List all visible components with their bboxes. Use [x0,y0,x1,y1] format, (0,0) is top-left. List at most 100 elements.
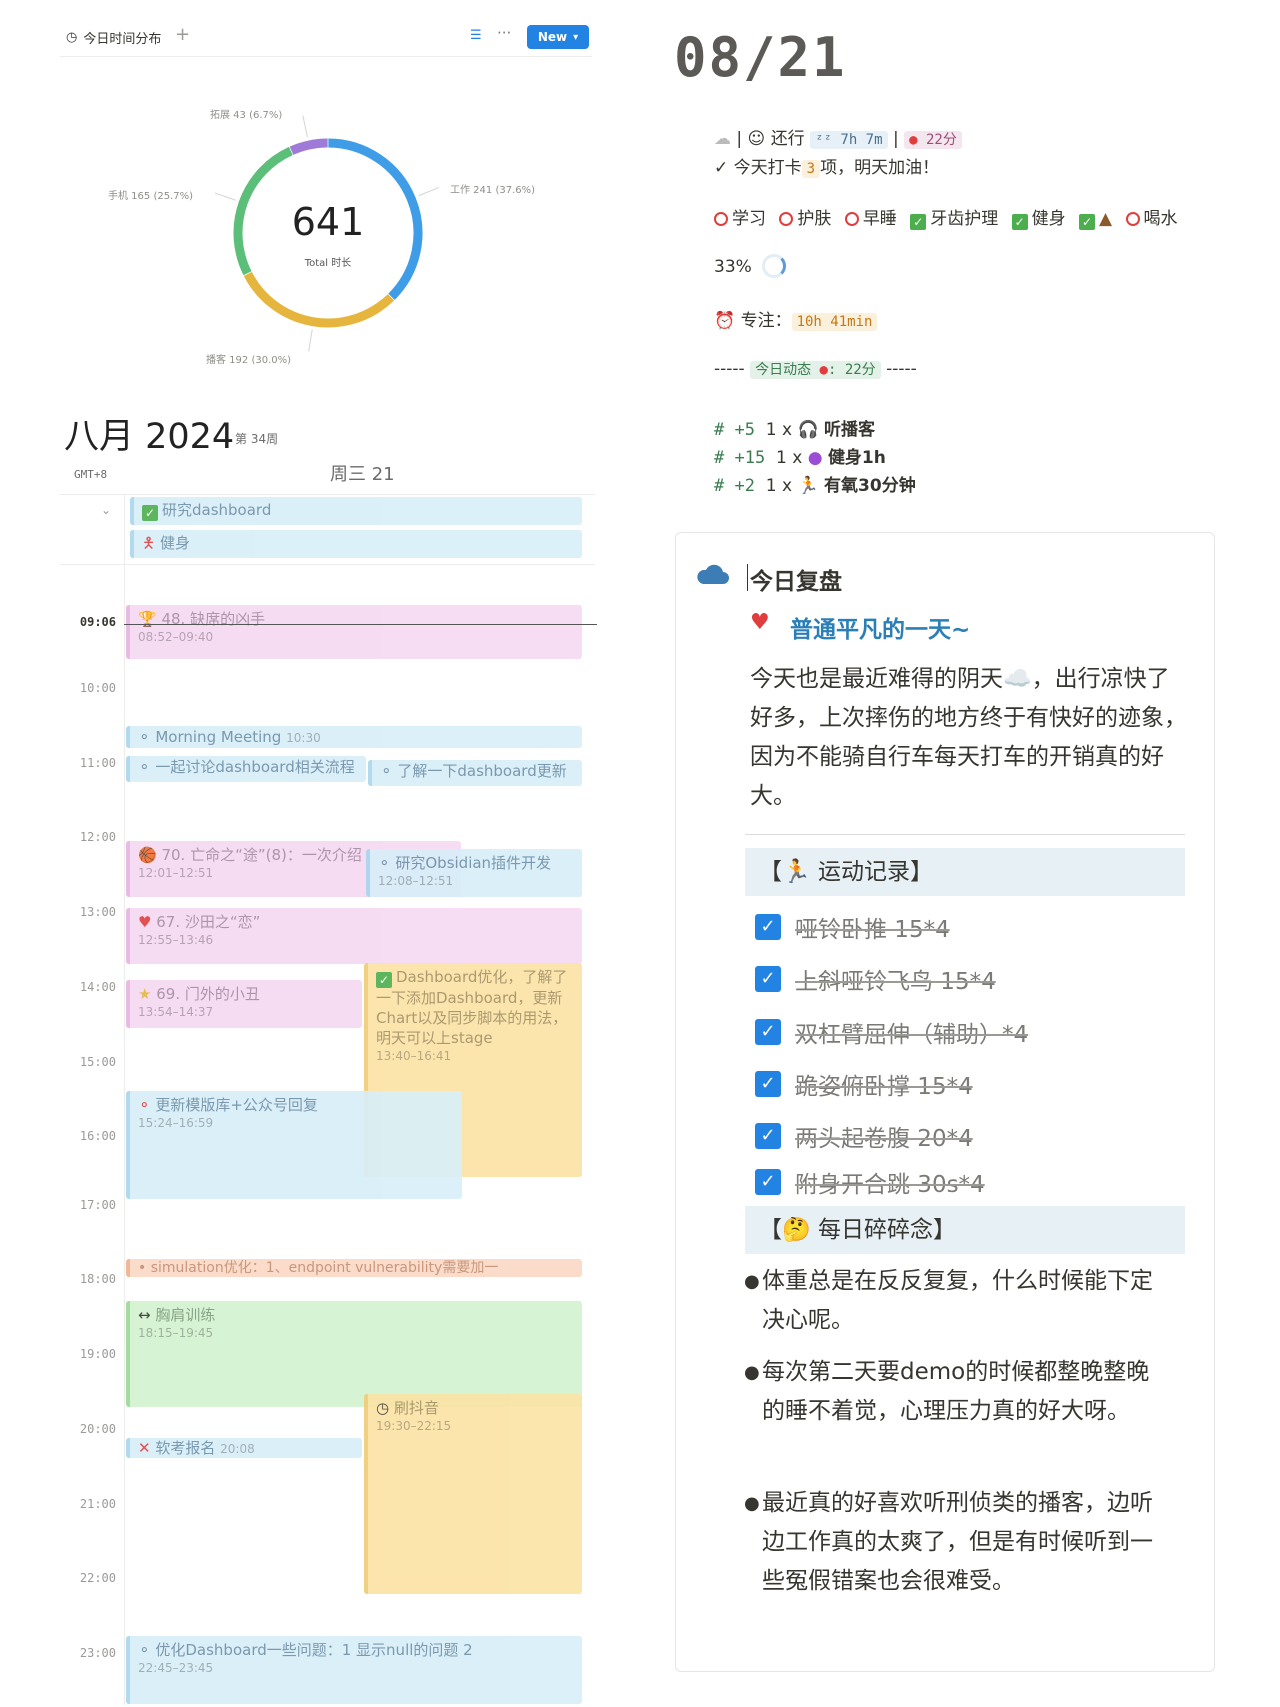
review-subtitle: 普通平凡的一天~ [790,617,971,643]
hour-label: 16:00 [79,1129,116,1143]
new-label: New [537,30,568,44]
checkbox-checked-icon[interactable]: ✓ [755,1071,781,1097]
habit-item[interactable]: 学习 [714,209,766,229]
date-title: 08/21 [674,26,847,89]
sleep-badge: ᶻᶻ 7h 7m [810,131,888,149]
clock-icon: ◷ [66,30,78,45]
hour-label: 23:00 [79,1646,116,1660]
clock-icon: ◷ [376,1399,390,1417]
habit-item[interactable]: ✓ ▲ [1079,209,1112,230]
review-title[interactable]: 今日复盘 [750,562,842,596]
divider [60,564,595,565]
progress-ring-icon [761,254,786,278]
activity-item[interactable]: # +5 1 x 🎧 听播客 [714,415,875,440]
timezone-label: GMT+8 [74,468,108,481]
exercise-item[interactable]: ✓ 两头起卷腹 20*4 [755,1119,973,1153]
habit-item[interactable]: ✓ 牙齿护理 [910,209,998,230]
leader-line [308,329,313,352]
hour-label: 13:00 [79,905,116,919]
hour-label: 19:00 [79,1347,116,1361]
calendar-event[interactable]: • simulation优化：1、endpoint vulnerability需… [126,1259,582,1277]
bullet-icon: ● [744,1271,760,1292]
exercise-item[interactable]: ✓ 跪姿俯卧撑 15*4 [755,1067,973,1101]
circle-icon [779,212,794,226]
headphones-icon: 🎧 [797,420,819,440]
leader-line [302,115,308,138]
more-button[interactable]: ··· [497,24,511,42]
hour-label: 15:00 [79,1055,116,1069]
donut-slice-1[interactable] [243,271,395,328]
calendar-event[interactable]: ♥ 67. 沙田之“恋” 12:55–13:46 [126,908,582,964]
allday-event[interactable]: ✓ 研究dashboard [130,497,582,525]
calendar-event[interactable]: ↔ 胸肩训练 18:15–19:45 [126,1301,582,1407]
exercise-item[interactable]: ✓ 上斜哑铃飞鸟 15*4 [755,962,996,996]
dumbbell-icon: ↔ [138,1306,151,1324]
focus-badge: 10h 41min [791,313,878,331]
calendar-event[interactable]: ◷ 刷抖音 19:30–22:15 [364,1394,582,1594]
habit-item[interactable]: ✓ 健身 [1011,209,1066,230]
circle-icon [844,212,859,226]
calendar-event[interactable]: ⚬ 研究Obsidian插件开发 12:08–12:51 [366,849,582,897]
heart-icon: ♥ [138,913,152,931]
allday-event[interactable]: 🯅 健身 [130,530,582,558]
collapse-icon[interactable]: ⌄ [101,503,111,517]
calendar-event[interactable]: ⚬ 一起讨论dashboard相关流程 [126,756,366,782]
calendar-month: 八月 2024 [64,417,235,457]
calendar-event[interactable]: ⚬ 优化Dashboard一些问题：1 显示null的问题 2 22:45–23… [126,1636,582,1704]
note-item: ● 体重总是在反反复复，什么时候能下定决心呢。 [744,1262,1172,1340]
calendar-event[interactable]: ✕ 软考报名 20:08 [126,1438,362,1458]
dot-icon: ⚬ [138,728,151,746]
day-header[interactable]: 周三 21 [330,460,395,486]
checkbox-checked-icon[interactable]: ✓ [755,1169,781,1195]
progress-line: 33% [714,254,786,278]
leader-line [418,186,440,197]
slice-label-phone: 手机 165 (25.7%) [108,191,194,202]
review-paragraph: 今天也是最近难得的阴天☁️，出行凉快了好多，上次摔伤的地方终于有快好的迹象，因为… [750,666,1187,809]
habit-item[interactable]: 喝水 [1125,209,1178,229]
activity-item[interactable]: # +15 1 x ● 健身1h [714,443,886,468]
circle-icon [714,212,728,226]
exercise-item[interactable]: ✓ 双杠臂屈伸（辅助）*4 [755,1015,1028,1049]
activity-item[interactable]: # +2 1 x 🏃 有氧30分钟 [714,471,916,496]
donut-total-label: Total 时长 [304,258,352,269]
calendar-event[interactable]: 🏆 48. 缺席的凶手 08:52–09:40 [126,605,582,659]
donut-total: 641 [291,200,365,244]
exercise-header: 【🏃 运动记录】 [745,848,1185,896]
dynamics-badge: 今日动态 ●: 22分 [750,361,881,379]
alarm-clock-icon: ⏰ [714,311,736,331]
runner-icon: 🏃 [797,476,819,496]
event-title: 健身 [159,534,190,552]
donut-slice-3[interactable] [289,138,328,155]
dynamics-line: ----- 今日动态 ●: 22分 ----- [714,359,917,379]
exercise-item[interactable]: ✓ 哑铃卧推 15*4 [755,910,950,944]
habit-item[interactable]: 早睡 [844,209,897,229]
progress-value: 33% [714,257,752,277]
checkbox-checked-icon[interactable]: ✓ [755,1019,781,1045]
current-time: 09:06 [79,615,116,629]
filter-icon[interactable]: ☰ [470,28,482,43]
hour-label: 10:00 [79,681,116,695]
calendar-event[interactable]: ⚬ 了解一下dashboard更新 [368,760,582,786]
calendar-week: 第 34周 [235,432,279,446]
view-tab[interactable]: ◷ 今日时间分布 [66,28,161,47]
score-badge: ● 22分 [904,131,962,149]
calendar-event[interactable]: ⚬ Morning Meeting 10:30 [126,726,582,748]
habit-item[interactable]: 护肤 [779,209,831,229]
exercise-item[interactable]: ✓ 附身开合跳 30s*4 [755,1165,985,1199]
checkbox-checked-icon[interactable]: ✓ [755,1123,781,1149]
note-item: ● 最近真的好喜欢听刑侦类的播客，边听边工作真的太爽了，但是有时候听到一些冤假错案… [744,1484,1172,1601]
dot-icon: ⚬ [138,758,151,776]
divider [60,494,595,495]
checkbox-checked-icon[interactable]: ✓ [755,914,781,940]
checkbox-checked-icon[interactable]: ✓ [755,966,781,992]
calendar-event[interactable]: ★ 69. 门外的小丑 13:54–14:37 [126,980,362,1028]
status-line: ☁ | ☺ 还行 ᶻᶻ 7h 7m | ● 22分 [714,124,962,149]
slice-label-podcast: 播客 192 (30.0%) [206,355,292,366]
slice-label-work: 工作 241 (37.6%) [450,185,536,196]
new-button[interactable]: New ▾ [527,25,589,49]
add-view-button[interactable]: + [175,24,190,45]
calendar-event[interactable]: ⚬ 更新模版库+公众号回复 15:24–16:59 [126,1091,462,1199]
check-icon: ✓ [910,214,927,230]
basketball-icon: 🏀 [138,846,157,864]
bullet-icon: ● [744,1362,760,1383]
